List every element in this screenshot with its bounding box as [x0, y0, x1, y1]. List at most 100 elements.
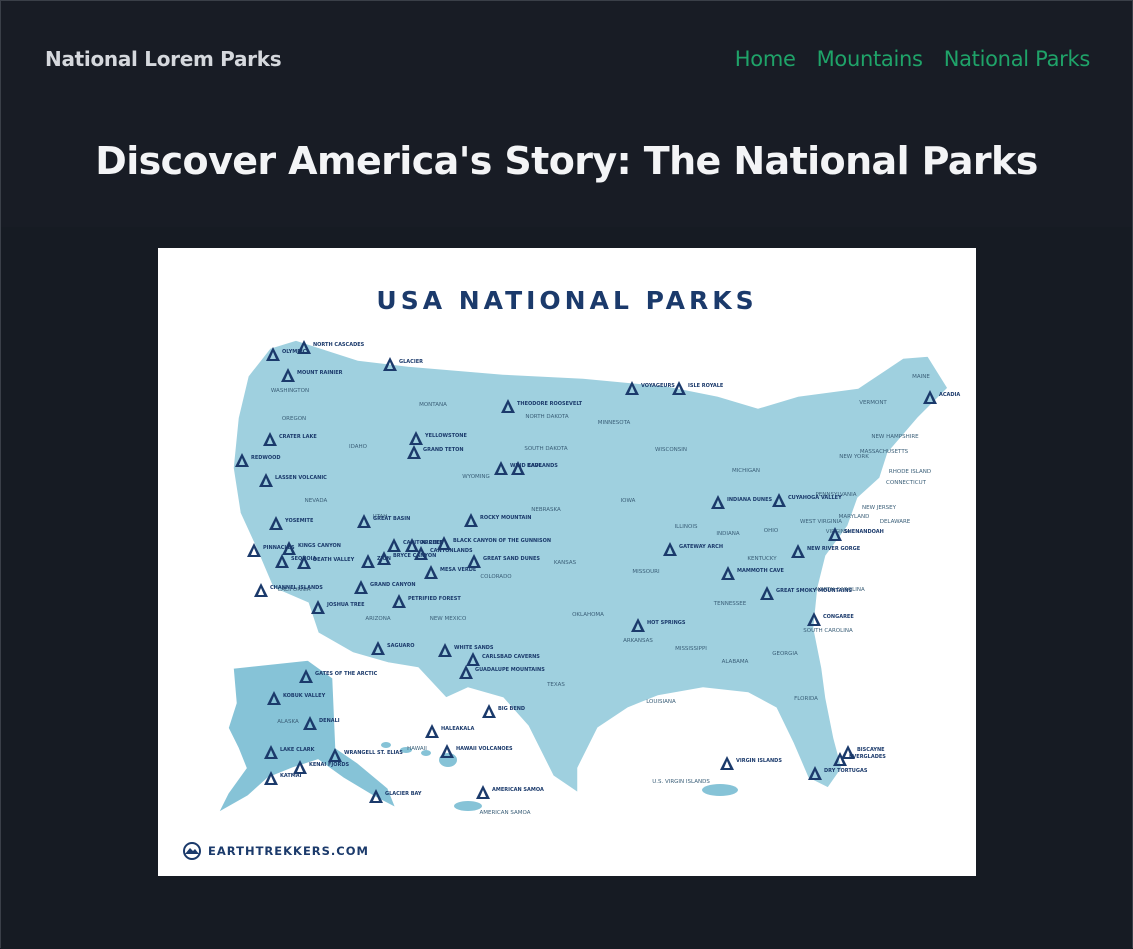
park-label: NEW RIVER GORGE	[807, 546, 861, 552]
park-label: VOYAGEURS	[641, 383, 675, 389]
park-label: GUADALUPE MOUNTAINS	[475, 667, 545, 673]
state-label: GEORGIA	[772, 651, 798, 657]
state-label: MISSOURI	[632, 569, 660, 575]
state-label: U.S. VIRGIN ISLANDS	[652, 779, 710, 785]
state-label: IDAHO	[349, 444, 368, 450]
park-label: GREAT SAND DUNES	[483, 556, 540, 562]
park-label: BADLANDS	[527, 463, 558, 469]
nav-home-link[interactable]: Home	[735, 47, 796, 71]
park-marker: AMERICAN SAMOA	[476, 785, 544, 799]
state-label: VERMONT	[859, 400, 887, 406]
state-label: SOUTH CAROLINA	[803, 628, 853, 634]
park-label: REDWOOD	[251, 455, 281, 461]
park-label: THEODORE ROOSEVELT	[517, 401, 583, 407]
state-label: NEW JERSEY	[862, 505, 897, 511]
park-label: OLYMPIC	[282, 349, 307, 355]
state-label: NEW HAMPSHIRE	[871, 434, 919, 440]
state-label: MONTANA	[419, 402, 447, 408]
state-label: CONNECTICUT	[886, 480, 927, 486]
page-title: Discover America's Story: The National P…	[95, 139, 1038, 183]
park-marker-icon	[425, 724, 439, 738]
park-label: PINNACLES	[263, 545, 295, 551]
state-label: WEST VIRGINIA	[800, 519, 842, 525]
park-label: HALEAKALA	[441, 726, 474, 732]
state-label: RHODE ISLAND	[889, 469, 931, 475]
park-label: ACADIA	[939, 392, 960, 398]
park-label: DENALI	[319, 718, 340, 724]
park-label: HAWAII VOLCANOES	[456, 746, 513, 752]
park-label: VIRGIN ISLANDS	[736, 758, 782, 764]
park-label: JOSHUA TREE	[326, 602, 365, 608]
state-label: KANSAS	[554, 560, 577, 566]
park-label: AMERICAN SAMOA	[492, 787, 544, 793]
state-label: NEBRASKA	[531, 507, 561, 513]
park-marker-icon	[482, 704, 496, 718]
state-label: MARYLAND	[839, 514, 870, 520]
park-label: YELLOWSTONE	[424, 433, 467, 439]
site-header: National Lorem Parks Home Mountains Nati…	[1, 1, 1132, 227]
park-label: DEATH VALLEY	[313, 557, 355, 563]
nav-national-parks-link[interactable]: National Parks	[944, 47, 1091, 71]
page: National Lorem Parks Home Mountains Nati…	[0, 0, 1133, 949]
park-label: PETRIFIED FOREST	[408, 596, 461, 602]
park-label: GLACIER BAY	[385, 791, 422, 797]
park-label: NORTH CASCADES	[313, 342, 365, 348]
park-label: WHITE SANDS	[454, 645, 494, 651]
usa-map: WASHINGTONOREGONCALIFORNIANEVADAIDAHOMON…	[216, 339, 960, 816]
park-marker: VIRGIN ISLANDS	[720, 756, 782, 770]
state-label: DELAWARE	[880, 519, 911, 525]
park-label: CANYONLANDS	[430, 548, 473, 554]
park-label: CARLSBAD CAVERNS	[482, 654, 540, 660]
park-label: SHENANDOAH	[844, 529, 884, 535]
state-label: OREGON	[282, 416, 306, 422]
park-label: CHANNEL ISLANDS	[270, 585, 323, 591]
virgin-islands-shape	[702, 784, 738, 796]
park-label: CRATER LAKE	[279, 434, 317, 440]
park-label: BLACK CANYON OF THE GUNNISON	[453, 538, 551, 544]
park-label: GRAND CANYON	[370, 582, 416, 588]
park-label: BISCAYNE	[857, 747, 885, 753]
state-label: NEVADA	[305, 498, 328, 504]
state-label: MAINE	[912, 374, 930, 380]
state-label: NORTH DAKOTA	[525, 414, 569, 420]
state-label: TEXAS	[546, 682, 565, 688]
contiguous-us-shape	[232, 339, 949, 795]
park-label: EVERGLADES	[849, 754, 886, 760]
state-label: LOUISIANA	[646, 699, 676, 705]
state-label: ARKANSAS	[623, 638, 653, 644]
park-label: GLACIER	[399, 359, 423, 365]
park-label: HOT SPRINGS	[647, 620, 686, 626]
park-marker: GLACIER BAY	[369, 789, 422, 803]
state-label: MISSISSIPPI	[675, 646, 707, 652]
nav-mountains-link[interactable]: Mountains	[817, 47, 923, 71]
state-label: SOUTH DAKOTA	[524, 446, 568, 452]
park-label: CONGAREE	[823, 614, 854, 620]
state-label: WYOMING	[462, 474, 490, 480]
state-label: WASHINGTON	[271, 388, 309, 394]
park-label: ROCKY MOUNTAIN	[480, 515, 531, 521]
state-label: NEW MEXICO	[430, 616, 467, 622]
state-label: ALABAMA	[722, 659, 749, 665]
park-label: GREAT SMOKY MOUNTAINS	[776, 588, 852, 594]
park-label: CUYAHOGA VALLEY	[788, 495, 842, 501]
site-brand[interactable]: National Lorem Parks	[45, 47, 282, 71]
state-label: MINNESOTA	[598, 420, 631, 426]
state-label: AMERICAN SAMOA	[480, 810, 531, 816]
park-label: WRANGELL ST. ELIAS	[344, 750, 403, 756]
state-label: INDIANA	[716, 531, 739, 537]
main-nav: Home Mountains National Parks	[735, 47, 1091, 71]
map-credit: EARTHTREKKERS.COM	[182, 842, 369, 860]
american-samoa-shape	[454, 801, 482, 811]
state-label: ILLINOIS	[675, 524, 698, 530]
park-label: KOBUK VALLEY	[283, 693, 326, 699]
map-credit-text: EARTHTREKKERS.COM	[208, 844, 369, 858]
state-label: MICHIGAN	[732, 468, 760, 474]
state-label: COLORADO	[480, 574, 512, 580]
national-parks-map-image: USA NATIONAL PARKS WASHINGTON OREGON CALIF…	[158, 248, 976, 876]
earthtrekkers-logo-icon	[183, 842, 201, 860]
park-label: YOSEMITE	[284, 518, 314, 524]
park-label: GATEWAY ARCH	[679, 544, 723, 550]
state-label: KENTUCKY	[747, 556, 777, 562]
park-label: ISLE ROYALE	[688, 383, 724, 389]
park-marker-icon	[254, 583, 268, 597]
